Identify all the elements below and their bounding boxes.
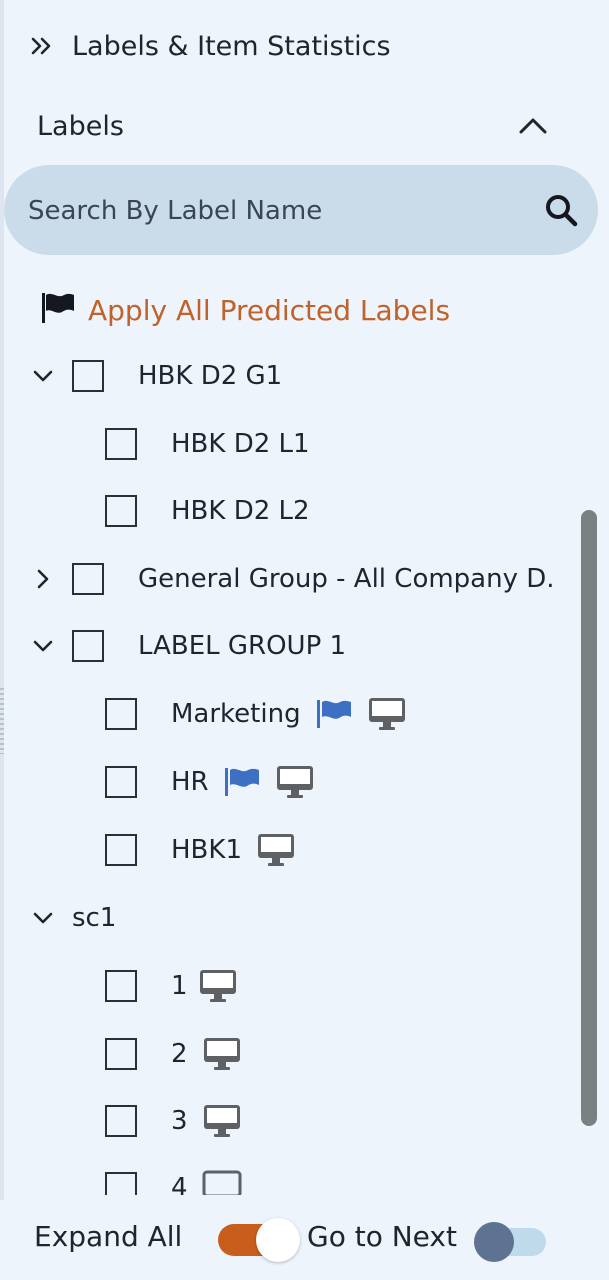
checkbox[interactable] [72, 630, 104, 662]
expand-all-label: Expand All [34, 1220, 183, 1253]
tree-item-row: 2 [105, 1034, 242, 1074]
tree-item-label: 1 [171, 971, 188, 1001]
tree-group-label: LABEL GROUP 1 [138, 631, 347, 661]
tree-group-label: sc1 [72, 903, 117, 933]
tree-group-row: sc1 [30, 898, 116, 938]
tree-group-label: General Group - All Company D. [138, 564, 555, 594]
chevron-down-icon[interactable] [30, 633, 56, 659]
tree-item-label: HBK D2 L2 [171, 496, 310, 526]
labels-section-header: Labels [37, 106, 549, 146]
apply-all-predicted-labels-button[interactable]: Apply All Predicted Labels [40, 290, 450, 330]
flag-icon [223, 766, 261, 798]
checkbox[interactable] [72, 360, 104, 392]
toggle-knob [474, 1222, 514, 1262]
labels-section-title: Labels [37, 110, 124, 142]
checkbox[interactable] [105, 428, 137, 460]
flag-icon [40, 291, 76, 329]
tree-item-row: HBK D2 L1 [105, 424, 310, 464]
chevron-down-icon[interactable] [30, 363, 56, 389]
checkbox[interactable] [72, 563, 104, 595]
checkbox[interactable] [105, 1172, 137, 1195]
expand-all-toggle[interactable] [218, 1218, 300, 1262]
checkbox[interactable] [105, 698, 137, 730]
desktop-icon [202, 1036, 242, 1072]
checkbox[interactable] [105, 970, 137, 1002]
tree-item-label: 3 [171, 1106, 188, 1136]
tree-group-row: General Group - All Company D. [30, 559, 555, 599]
go-to-next-label: Go to Next [307, 1220, 457, 1253]
panel-title: Labels & Item Statistics [72, 30, 391, 62]
desktop-icon [256, 832, 296, 868]
checkbox[interactable] [105, 495, 137, 527]
tree-item-label: Marketing [171, 699, 301, 729]
tree-item-row: 3 [105, 1101, 242, 1141]
desktop-icon [367, 696, 407, 732]
checkbox[interactable] [105, 1105, 137, 1137]
apply-all-predicted-labels-text: Apply All Predicted Labels [88, 293, 451, 327]
desktop-icon [202, 1170, 242, 1195]
tree-group-label: HBK D2 G1 [138, 361, 283, 391]
search-icon[interactable] [540, 189, 582, 231]
go-to-next-toggle[interactable] [474, 1222, 546, 1262]
panel-header: Labels & Item Statistics [30, 26, 391, 66]
chevron-up-icon[interactable] [517, 110, 549, 142]
search-bar [4, 165, 598, 257]
tree-item-row: 4 [105, 1168, 242, 1195]
tree-item-label: 4 [171, 1173, 188, 1195]
tree-item-row: 1 [105, 966, 238, 1006]
tree-scrollbar[interactable] [581, 510, 597, 1126]
tree-group-row: LABEL GROUP 1 [30, 626, 346, 666]
search-input[interactable] [26, 165, 520, 257]
label-tree: Apply All Predicted Labels HBK D2 G1 HBK… [0, 280, 609, 1195]
checkbox[interactable] [105, 834, 137, 866]
chevron-right-icon[interactable] [30, 566, 56, 592]
tree-item-row: Marketing [105, 694, 407, 734]
double-chevron-right-icon[interactable] [30, 35, 56, 57]
flag-icon [315, 698, 353, 730]
checkbox[interactable] [105, 766, 137, 798]
tree-item-row: HBK D2 L2 [105, 491, 310, 531]
tree-item-label: 2 [171, 1039, 188, 1069]
desktop-icon [198, 968, 238, 1004]
checkbox[interactable] [105, 1038, 137, 1070]
panel-footer: Expand All Go to Next [0, 1200, 609, 1280]
toggle-knob [256, 1218, 300, 1262]
tree-group-row: HBK D2 G1 [30, 356, 282, 396]
tree-item-label: HBK1 [171, 835, 242, 865]
tree-item-label: HR [171, 767, 209, 797]
tree-item-label: HBK D2 L1 [171, 429, 310, 459]
desktop-icon [275, 764, 315, 800]
tree-item-row: HBK1 [105, 830, 296, 870]
desktop-icon [202, 1103, 242, 1139]
tree-item-row: HR [105, 762, 315, 802]
chevron-down-icon[interactable] [30, 905, 56, 931]
